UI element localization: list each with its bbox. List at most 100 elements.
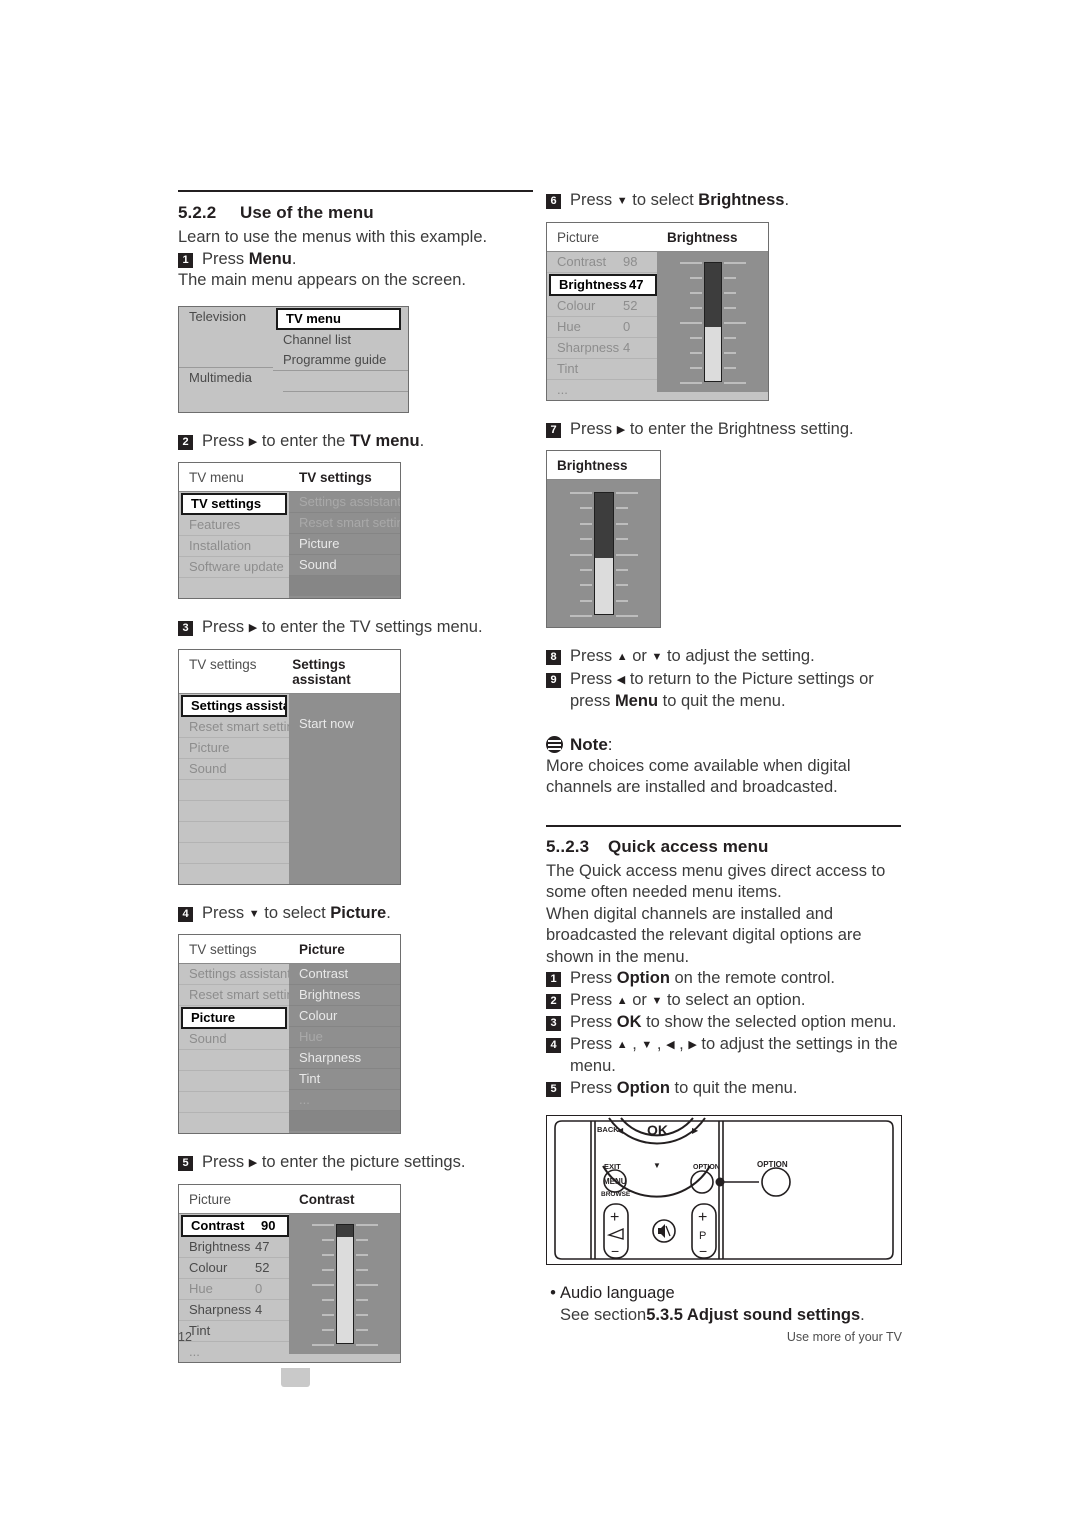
section-title: Quick access menu: [608, 836, 769, 856]
osd-bright-item-contrast[interactable]: Contrast 98: [547, 252, 657, 273]
osd-sa-item-picture[interactable]: Picture: [179, 738, 289, 759]
section-divider: [178, 190, 533, 192]
down-arrow-icon: ▼: [248, 907, 260, 920]
see-section-ref: 5.3.5 Adjust sound settings: [646, 1305, 861, 1324]
section-divider: [546, 824, 901, 827]
right-arrow-icon: ▶: [248, 622, 258, 634]
osd-bright-item-colour[interactable]: Colour 52: [547, 296, 657, 317]
osd-pic-item-reset-smart-settings[interactable]: Reset smart settings: [179, 985, 289, 1006]
osd-tv-menu-sub-picture[interactable]: Picture: [289, 534, 400, 555]
osd-tv-menu-item-software-update[interactable]: Software update: [179, 557, 289, 578]
remote-browse-label: BROWSE: [601, 1191, 631, 1198]
remote-volume-minus: −: [611, 1243, 619, 1259]
osd-picture-list: TV settings Picture Settings assistant R…: [178, 934, 401, 1134]
osd-main-item-channel-list[interactable]: Channel list: [273, 330, 408, 350]
osd-brightness-panel-slider[interactable]: [547, 480, 660, 627]
osd-tv-menu-item-installation[interactable]: Installation: [179, 536, 289, 557]
volume-icon: [606, 1227, 624, 1240]
osd-tv-menu-sub-settings-assistant[interactable]: Settings assistant: [289, 492, 400, 513]
quick-access-para1: The Quick access menu gives direct acces…: [546, 861, 886, 902]
document-page: 5.2.2 Use of the menu Learn to use the me…: [0, 0, 1080, 1528]
step-4: 4 Press ▼ to select Picture.: [178, 903, 540, 926]
remote-option-button[interactable]: [690, 1170, 714, 1194]
see-section-post: .: [860, 1305, 865, 1324]
osd-bright-header-left: Picture: [557, 229, 600, 245]
remote-volume-plus: +: [610, 1209, 619, 1226]
callout-option-button: [761, 1167, 791, 1197]
osd-pic-item-sound[interactable]: Sound: [179, 1029, 289, 1050]
osd-brightness-list-slider[interactable]: [657, 251, 768, 392]
down-arrow-icon: ▼: [651, 651, 663, 663]
slider-bar[interactable]: [594, 492, 614, 615]
step-8: 8 Press ▲ or ▼ to adjust the setting.: [546, 646, 908, 669]
step-text: Press ▶ to enter the TV settings menu.: [202, 617, 540, 640]
osd-bright-item-more[interactable]: ...: [547, 380, 657, 400]
remote-back-label: BACK: [597, 1125, 619, 1134]
note-icon: [546, 736, 563, 753]
left-arrow-icon: ◀: [616, 673, 626, 686]
slider-unfilled: [337, 1224, 353, 1237]
osd-sa-action-start-now[interactable]: Start now: [289, 714, 400, 734]
osd-contrast-item-brightness[interactable]: Brightness 47: [179, 1237, 289, 1258]
note-label: Note: [570, 734, 608, 754]
down-arrow-icon: ▼: [651, 994, 663, 1007]
quick-step-5: 5 Press Option to quit the menu.: [546, 1078, 908, 1100]
osd-pic-sub-more[interactable]: ...: [289, 1090, 400, 1111]
audio-language-block: • Audio language See section 5.3.5 Adjus…: [546, 1283, 908, 1326]
osd-main-left-multimedia[interactable]: Multimedia: [179, 368, 273, 388]
remote-control-svg: BACK ◀ ▶ ▼ OK EXIT MENU BROWSE OPTION OP…: [554, 1117, 894, 1260]
osd-tv-menu-sub-sound[interactable]: Sound: [289, 555, 400, 576]
osd-bright-item-brightness[interactable]: Brightness 47: [549, 273, 657, 296]
osd-main-item-programme-guide[interactable]: Programme guide: [273, 350, 408, 371]
step-text: Press Menu.: [202, 249, 540, 271]
osd-contrast-item-contrast[interactable]: Contrast 90: [181, 1214, 289, 1237]
step-text: Press ◀ to return to the Picture setting…: [570, 669, 874, 711]
osd-sa-item-reset-smart-settings[interactable]: Reset smart settings: [179, 717, 289, 738]
note-colon: :: [607, 734, 613, 754]
osd-contrast-header-right: Contrast: [299, 1191, 355, 1207]
osd-pic-item-settings-assistant[interactable]: Settings assistant: [179, 964, 289, 985]
osd-pic-item-picture[interactable]: Picture: [181, 1007, 287, 1029]
remote-right-arrow-icon: ▶: [692, 1126, 699, 1135]
step-2: 2 Press ▶ to enter the TV menu.: [178, 431, 540, 454]
osd-pic-sub-hue[interactable]: Hue: [289, 1027, 400, 1048]
osd-sa-item-settings-assistant[interactable]: Settings assistant: [181, 694, 287, 717]
osd-sa-item-sound[interactable]: Sound: [179, 759, 289, 780]
right-column: 6 Press ▼ to select Brightness. Picture …: [546, 190, 908, 1326]
right-arrow-icon: ▶: [616, 423, 626, 436]
slider-unfilled: [705, 262, 721, 327]
remote-control-illustration: BACK ◀ ▶ ▼ OK EXIT MENU BROWSE OPTION OP…: [546, 1115, 902, 1265]
remote-menu-label: MENU: [603, 1177, 627, 1186]
osd-pic-sub-brightness[interactable]: Brightness: [289, 985, 400, 1006]
osd-pic-sub-colour[interactable]: Colour: [289, 1006, 400, 1027]
intro-text: Learn to use the menus with this example…: [178, 228, 488, 246]
osd-sa-header-right: Settings assistant: [292, 656, 351, 687]
slider-bar[interactable]: [704, 261, 722, 382]
osd-pic-sub-contrast[interactable]: Contrast: [289, 964, 400, 985]
osd-tv-menu-item-tv-settings[interactable]: TV settings: [181, 493, 287, 515]
osd-bright-item-tint[interactable]: Tint: [547, 359, 657, 380]
remote-program-plus: +: [698, 1209, 707, 1226]
osd-bright-item-sharpness[interactable]: Sharpness 4: [547, 338, 657, 359]
osd-contrast-item-hue[interactable]: Hue 0: [179, 1279, 289, 1300]
audio-language-reference: See section 5.3.5 Adjust sound settings.: [560, 1305, 908, 1327]
osd-main-item-tv-menu[interactable]: TV menu: [276, 307, 401, 330]
osd-pic-sub-tint[interactable]: Tint: [289, 1069, 400, 1090]
step-number: 4: [178, 906, 193, 922]
quick-step-1: 1 Press Option on the remote control.: [546, 968, 908, 990]
osd-contrast-item-sharpness[interactable]: Sharpness 4: [179, 1300, 289, 1321]
osd-contrast-item-colour[interactable]: Colour 52: [179, 1258, 289, 1279]
osd-main-left-television[interactable]: Television: [179, 307, 273, 327]
osd-tv-menu-item-features[interactable]: Features: [179, 515, 289, 536]
osd-tv-menu-header-right: TV settings: [299, 470, 372, 485]
step-6: 6 Press ▼ to select Brightness.: [546, 190, 908, 213]
remote-program-minus: −: [699, 1243, 707, 1259]
osd-pic-header-left: TV settings: [189, 942, 257, 957]
osd-tv-menu-sub-reset-smart-settings[interactable]: Reset smart settings: [289, 513, 400, 534]
slider-bar[interactable]: [336, 1223, 354, 1344]
step-3: 3 Press ▶ to enter the TV settings menu.: [178, 617, 540, 640]
osd-contrast-item-more[interactable]: ...: [179, 1342, 289, 1362]
up-arrow-icon: ▲: [616, 1038, 628, 1051]
osd-pic-sub-sharpness[interactable]: Sharpness: [289, 1048, 400, 1069]
osd-bright-item-hue[interactable]: Hue 0: [547, 317, 657, 338]
